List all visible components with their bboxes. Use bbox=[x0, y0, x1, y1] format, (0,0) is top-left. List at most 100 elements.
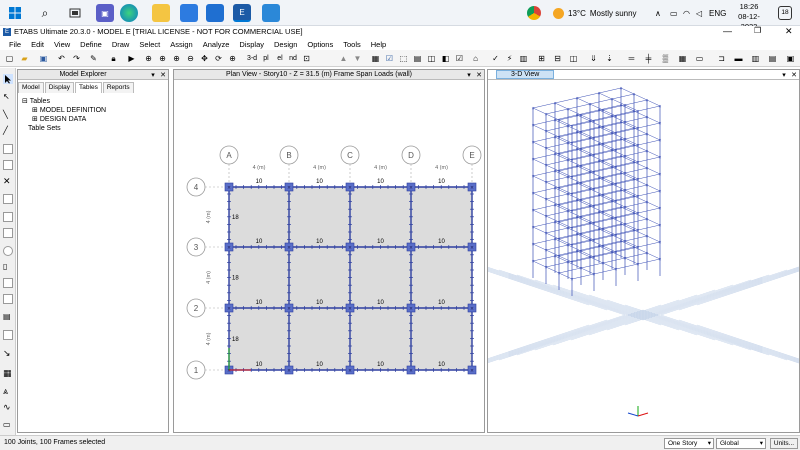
tab-display[interactable]: Display bbox=[44, 82, 75, 93]
windows-start-icon[interactable] bbox=[6, 4, 24, 22]
draw-section-cut-icon[interactable]: ▯ bbox=[3, 262, 13, 272]
close-button[interactable]: ✕ bbox=[785, 26, 793, 37]
menu-view[interactable]: View bbox=[49, 40, 75, 49]
shrink-icon[interactable]: ◫ bbox=[426, 53, 437, 64]
view-3d-button[interactable]: 3-d bbox=[245, 53, 259, 64]
quick-draw-column-icon[interactable] bbox=[3, 144, 13, 154]
menu-options[interactable]: Options bbox=[302, 40, 338, 49]
table-icon[interactable]: ▤ bbox=[412, 53, 423, 64]
expand-icon[interactable]: ⊞ bbox=[32, 116, 38, 123]
draw-dimension-icon[interactable]: ▥ bbox=[750, 53, 761, 64]
draw-beam-icon[interactable]: ═ bbox=[626, 53, 637, 64]
reshape-icon[interactable]: ↖ bbox=[3, 92, 13, 102]
etabs-taskbar-icon[interactable]: E bbox=[233, 4, 251, 22]
view-named-button[interactable]: nd bbox=[287, 53, 299, 64]
story-down-icon[interactable]: ▼ bbox=[352, 53, 363, 64]
view-elevation-button[interactable]: el bbox=[274, 53, 286, 64]
store-icon[interactable] bbox=[180, 4, 198, 22]
pan-icon[interactable]: ✥ bbox=[199, 53, 210, 64]
menu-help[interactable]: Help bbox=[366, 40, 391, 49]
menu-assign[interactable]: Assign bbox=[165, 40, 198, 49]
zoom-rubber-band-icon[interactable]: ⊕ bbox=[143, 53, 154, 64]
tree-node-table-sets[interactable]: Table Sets bbox=[22, 124, 106, 133]
draw-line-icon[interactable]: ╲ bbox=[3, 110, 13, 120]
frame-forces-icon[interactable]: ⚡ bbox=[504, 53, 515, 64]
tray-chevron-icon[interactable]: ∧ bbox=[655, 0, 661, 26]
story-select[interactable]: One Story ▾ bbox=[664, 438, 714, 449]
menu-edit[interactable]: Edit bbox=[26, 40, 49, 49]
area-forces-icon[interactable]: ▥ bbox=[518, 53, 529, 64]
pencil-icon[interactable]: ✎ bbox=[88, 53, 99, 64]
rubber-band-zoom-icon[interactable]: ⊡ bbox=[301, 53, 312, 64]
units-button[interactable]: Units... bbox=[770, 438, 798, 449]
teams-icon[interactable]: ▣ bbox=[96, 4, 114, 22]
pointer-icon[interactable] bbox=[3, 74, 13, 84]
plan-view-canvas[interactable]: A B C D E 4 3 2 1 4 (m) 4 (m) 4 (m) 4 (m) 4 (m) 4 (m) 4… bbox=[174, 80, 484, 432]
restore-button[interactable]: ❐ bbox=[754, 26, 761, 35]
expand-icon[interactable]: ⊞ bbox=[32, 107, 38, 114]
3d-view-tab[interactable]: 3-D View bbox=[496, 70, 555, 79]
support-icon[interactable]: ⇣ bbox=[604, 53, 615, 64]
set-display-icon[interactable]: ☑ bbox=[454, 53, 465, 64]
draw-wall-stack-icon[interactable] bbox=[3, 330, 13, 340]
display-options-icon[interactable]: ⌂ bbox=[470, 53, 481, 64]
language-indicator[interactable]: ENG bbox=[709, 0, 726, 26]
zoom-in-icon[interactable]: ⊕ bbox=[171, 53, 182, 64]
deformed-shape-icon[interactable]: ✓ bbox=[490, 53, 501, 64]
draw-slab-icon[interactable]: ▦ bbox=[677, 53, 688, 64]
draw-link-icon[interactable]: ⊐ bbox=[716, 53, 727, 64]
draw-text-icon[interactable]: ▤ bbox=[767, 53, 778, 64]
load-icon[interactable]: ⇓ bbox=[588, 53, 599, 64]
toolbar-more-icon[interactable]: ▣ bbox=[785, 53, 796, 64]
menu-display[interactable]: Display bbox=[234, 40, 269, 49]
collapse-icon[interactable]: ⊟ bbox=[22, 98, 28, 105]
design-icon[interactable]: ⊞ bbox=[536, 53, 547, 64]
menu-select[interactable]: Select bbox=[134, 40, 165, 49]
mode-shape-icon[interactable]: ⊟ bbox=[552, 53, 563, 64]
coord-system-select[interactable]: Global ▾ bbox=[716, 438, 766, 449]
wind-load-icon[interactable]: ⩓ bbox=[3, 386, 13, 396]
new-model-icon[interactable]: ▢ bbox=[4, 53, 15, 64]
menu-file[interactable]: File bbox=[4, 40, 26, 49]
undo-icon[interactable]: ↶ bbox=[56, 53, 67, 64]
file-explorer-icon[interactable] bbox=[152, 4, 170, 22]
task-view-icon[interactable] bbox=[66, 4, 84, 22]
photos-icon[interactable] bbox=[262, 4, 280, 22]
zoom-out-icon[interactable]: ⊖ bbox=[185, 53, 196, 64]
redo-icon[interactable]: ↷ bbox=[71, 53, 82, 64]
run-analysis-icon[interactable]: ▶ bbox=[126, 53, 137, 64]
menu-design[interactable]: Design bbox=[269, 40, 302, 49]
search-icon[interactable]: ⌕ bbox=[36, 4, 54, 22]
edge-browser-icon[interactable] bbox=[120, 4, 138, 22]
draw-spring-icon[interactable]: ▬ bbox=[733, 53, 744, 64]
pin-icon[interactable]: ▾ bbox=[779, 71, 789, 79]
story-up-icon[interactable]: ▲ bbox=[338, 53, 349, 64]
tab-tables[interactable]: Tables bbox=[75, 82, 102, 93]
open-icon[interactable]: ▰ bbox=[19, 53, 30, 64]
draw-wall-icon[interactable]: ▒ bbox=[660, 53, 671, 64]
menu-define[interactable]: Define bbox=[75, 40, 107, 49]
draw-tendon-icon[interactable] bbox=[3, 278, 13, 288]
save-icon[interactable]: ▣ bbox=[38, 53, 49, 64]
wave-icon[interactable]: ∿ bbox=[3, 402, 13, 412]
wifi-icon[interactable]: ◠ bbox=[683, 0, 690, 26]
grid-tool-icon[interactable]: ▦ bbox=[3, 368, 13, 378]
quick-draw-braces-icon[interactable] bbox=[3, 160, 13, 170]
close-panel-icon[interactable]: ✕ bbox=[789, 71, 799, 79]
tree-node-model-definition[interactable]: ⊞ MODEL DEFINITION bbox=[22, 106, 106, 115]
close-panel-icon[interactable]: ✕ bbox=[474, 71, 484, 79]
draw-tendon-tool-icon[interactable]: ↘ bbox=[3, 348, 13, 358]
volume-icon[interactable]: ◁ bbox=[696, 0, 702, 26]
notification-badge[interactable]: 18 bbox=[778, 6, 792, 20]
check-icon[interactable]: ☑ bbox=[384, 53, 395, 64]
menu-analyze[interactable]: Analyze bbox=[198, 40, 235, 49]
draw-opening-tool-icon[interactable] bbox=[3, 246, 13, 256]
lock-icon[interactable]: 🔒︎ bbox=[108, 53, 119, 64]
tray-chrome-icon[interactable] bbox=[527, 0, 541, 26]
tab-reports[interactable]: Reports bbox=[102, 82, 134, 93]
draw-cross-icon[interactable]: ✕ bbox=[3, 176, 13, 186]
network-icon[interactable]: ▭ bbox=[670, 0, 678, 26]
zoom-restore-icon[interactable]: ⊕ bbox=[157, 53, 168, 64]
draw-wall-tool-icon[interactable] bbox=[3, 228, 13, 238]
3d-view-canvas[interactable]: × × × × × × × × × × × × × × × × × × × × × × × × × × × × × × × × × × × × × × × ×… bbox=[488, 80, 799, 432]
